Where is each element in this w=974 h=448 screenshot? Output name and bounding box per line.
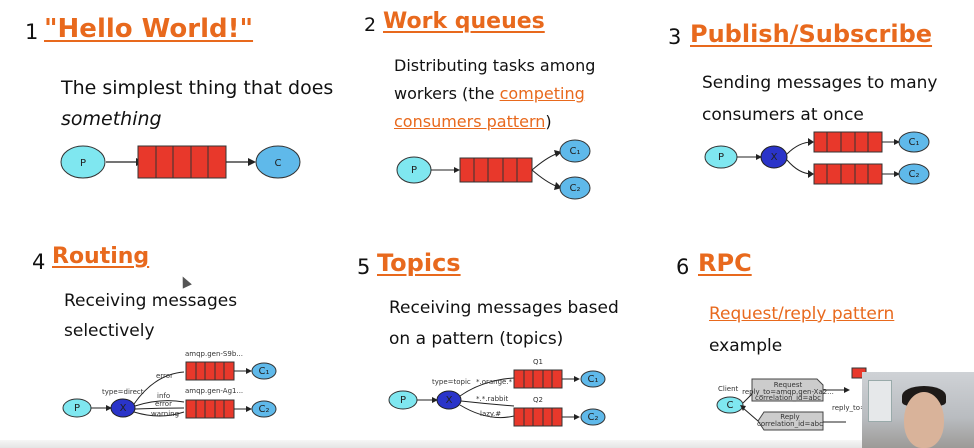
tile-2-number: 2 [364, 14, 377, 36]
tile-5-desc-line2: on a pattern (topics) [389, 329, 564, 350]
svg-text:*.*.rabbit: *.*.rabbit [476, 395, 508, 403]
svg-text:X: X [446, 395, 453, 406]
tile-4-title-link[interactable]: Routing [52, 244, 149, 269]
tile-2-desc-line2: workers (the [394, 84, 500, 103]
tile-5-description: Receiving messages based on a pattern (t… [389, 293, 619, 356]
svg-text:info: info [157, 392, 170, 400]
tile-5-number: 5 [357, 255, 371, 279]
svg-text:C₁: C₁ [588, 374, 599, 385]
tile-4-diagram: amqp.gen-S9b... amqp.gen-Ag1... type=dir… [62, 350, 277, 419]
consumers-pattern-link[interactable]: consumers pattern [394, 112, 545, 131]
tile-4-description: Receiving messages selectively [64, 287, 237, 347]
tile-1-description: The simplest thing that does something [61, 73, 333, 136]
svg-text:warning: warning [151, 410, 179, 418]
svg-text:type=topic: type=topic [432, 378, 471, 386]
svg-text:X: X [771, 152, 778, 163]
tile-6-desc-line2: example [709, 336, 783, 357]
tile-4-number: 4 [32, 250, 46, 274]
svg-text:P: P [74, 403, 80, 414]
tile-2-diagram: P C₁ C₂ [396, 139, 591, 200]
queue-1 [185, 361, 235, 381]
tile-6-description: Request/reply pattern example [709, 298, 894, 363]
tile-1-desc-line2: something [61, 108, 162, 131]
svg-text:C₂: C₂ [259, 404, 270, 415]
tile-3-diagram: P X C₁ C₂ [704, 131, 930, 185]
svg-text:Client: Client [718, 385, 739, 393]
queue-2 [813, 163, 883, 185]
tile-3-desc-line2: consumers at once [702, 105, 864, 126]
queue [459, 157, 533, 183]
svg-text:Q1: Q1 [533, 358, 543, 366]
tile-3-desc-line1: Sending messages to many [702, 73, 938, 93]
svg-text:P: P [400, 395, 406, 406]
background-frame [868, 380, 892, 422]
tile-3-description: Sending messages to many consumers at on… [702, 67, 937, 132]
svg-text:error: error [156, 372, 173, 380]
tile-1-diagram: P C [60, 145, 301, 179]
svg-text:P: P [411, 165, 417, 176]
queue-1 [813, 131, 883, 153]
presenter-avatar [904, 392, 944, 448]
svg-text:P: P [718, 152, 724, 163]
svg-text:correlation_id=abc: correlation_id=abc [757, 420, 823, 428]
tile-4-desc-line2: selectively [64, 320, 155, 341]
tile-2-title-link[interactable]: Work queues [383, 9, 545, 34]
svg-text:C₁: C₁ [909, 137, 920, 148]
queue-2 [513, 407, 563, 427]
svg-text:C: C [727, 400, 734, 411]
svg-text:correlation_id=abc: correlation_id=abc [755, 394, 821, 402]
webcam-overlay [862, 372, 974, 448]
tile-1-title-link[interactable]: "Hello World!" [44, 14, 253, 44]
svg-text:C₂: C₂ [588, 412, 599, 423]
tile-3-title-link[interactable]: Publish/Subscribe [690, 20, 932, 48]
tile-4-desc-line1: Receiving messages [64, 291, 238, 311]
svg-text:Q2: Q2 [533, 396, 543, 404]
svg-text:amqp.gen-Ag1...: amqp.gen-Ag1... [185, 387, 243, 395]
svg-text:*.orange.*: *.orange.* [476, 378, 513, 386]
tile-3-number: 3 [668, 25, 682, 49]
tile-1-desc-line1: The simplest thing that does [61, 77, 334, 99]
tile-6-number: 6 [676, 255, 690, 279]
tile-2-description: Distributing tasks among workers (the co… [394, 52, 595, 136]
queue-1 [513, 369, 563, 389]
svg-text:X: X [120, 403, 127, 414]
svg-text:amqp.gen-S9b...: amqp.gen-S9b... [185, 350, 243, 358]
queue-2 [185, 399, 235, 419]
tile-1-number: 1 [25, 20, 39, 44]
producer-label: P [80, 158, 86, 169]
request-reply-pattern-link[interactable]: Request/reply pattern [709, 304, 894, 324]
consumer-label: C [275, 158, 282, 169]
tile-5-title-link[interactable]: Topics [377, 249, 461, 277]
svg-text:C₁: C₁ [570, 146, 581, 157]
svg-text:error: error [155, 400, 172, 408]
tile-5-desc-line1: Receiving messages based [389, 298, 619, 318]
svg-text:lazy.#: lazy.# [480, 410, 501, 418]
queue [137, 145, 227, 179]
svg-text:type=direct: type=direct [102, 388, 144, 396]
tile-6-diagram: Client C Request reply_to=amqp.gen-Xa2..… [716, 367, 873, 431]
tile-2-desc-line1: Distributing tasks among [394, 56, 596, 75]
bottom-bar [0, 440, 862, 448]
svg-text:C₂: C₂ [909, 169, 920, 180]
tile-5-diagram: Q1 Q2 type=topic P X *.orange.* *.*.rabb… [388, 358, 606, 427]
tile-6-title-link[interactable]: RPC [698, 249, 752, 277]
competing-link[interactable]: competing [500, 84, 585, 103]
svg-text:C₁: C₁ [259, 366, 270, 377]
svg-text:C₂: C₂ [570, 183, 581, 194]
